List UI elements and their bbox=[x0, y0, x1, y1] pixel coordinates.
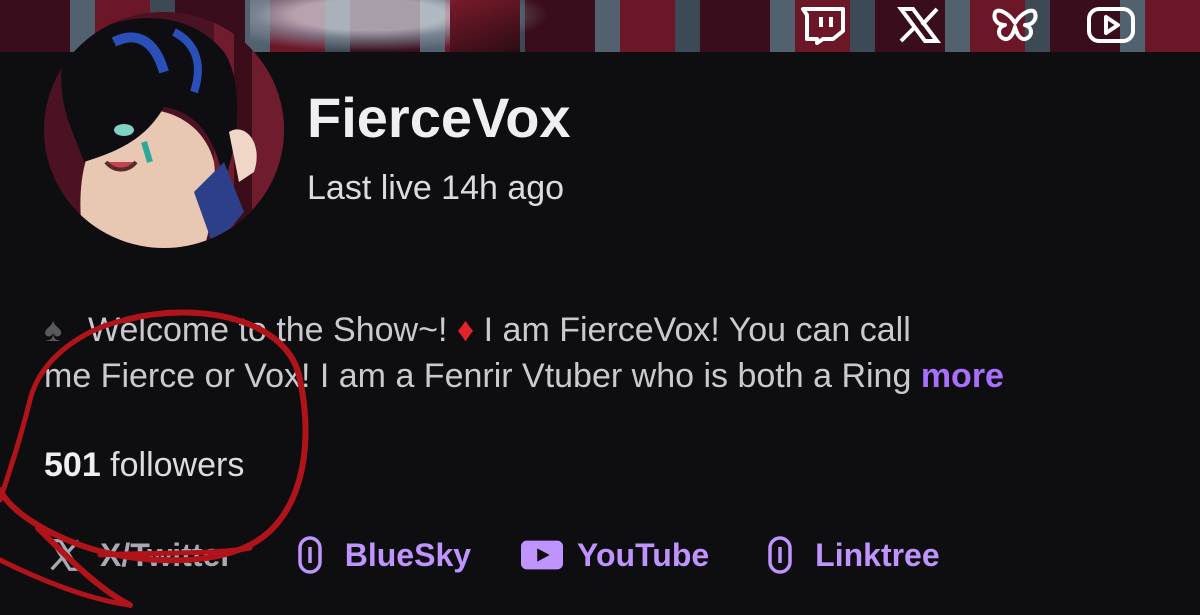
last-live-status: Last live 14h ago bbox=[307, 169, 565, 207]
banner-social-icons bbox=[794, 0, 1140, 50]
link-icon bbox=[759, 534, 801, 576]
link-linktree[interactable]: Linktree bbox=[759, 534, 940, 576]
social-links: X/Twitter BlueSky YouTube Linktree bbox=[44, 530, 990, 580]
avatar[interactable] bbox=[44, 12, 284, 248]
link-label: Linktree bbox=[815, 536, 940, 573]
channel-bio: ♠ Welcome to the Show~! ♦ I am FierceVox!… bbox=[44, 307, 1164, 399]
youtube-icon bbox=[521, 534, 564, 576]
link-youtube[interactable]: YouTube bbox=[521, 534, 709, 576]
spade-icon: ♠ bbox=[44, 311, 63, 349]
x-icon bbox=[44, 534, 86, 576]
channel-name: FierceVox bbox=[307, 86, 571, 149]
bio-text-1a: Welcome to the Show~! bbox=[88, 311, 457, 349]
link-icon bbox=[289, 534, 331, 576]
twitch-icon[interactable] bbox=[794, 3, 852, 47]
link-bluesky[interactable]: BlueSky bbox=[289, 534, 471, 576]
followers-count[interactable]: 501 followers bbox=[44, 443, 244, 487]
link-label: X/Twitter bbox=[100, 536, 233, 573]
link-label: BlueSky bbox=[344, 536, 472, 573]
x-icon[interactable] bbox=[890, 3, 948, 47]
diamond-icon: ♦ bbox=[456, 311, 475, 349]
bio-text-2: me Fierce or Vox! I am a Fenrir Vtuber w… bbox=[44, 357, 912, 395]
bio-more-link[interactable]: more bbox=[921, 357, 1004, 395]
link-x-twitter[interactable]: X/Twitter bbox=[44, 534, 233, 576]
followers-number: 501 bbox=[44, 446, 101, 484]
bio-text-1b: I am FierceVox! You can call bbox=[474, 311, 911, 349]
bio-line-2: me Fierce or Vox! I am a Fenrir Vtuber w… bbox=[44, 353, 1164, 399]
youtube-icon[interactable] bbox=[1082, 3, 1140, 47]
followers-label: followers bbox=[100, 446, 245, 484]
link-label: YouTube bbox=[577, 536, 710, 573]
bluesky-butterfly-icon[interactable] bbox=[986, 3, 1044, 47]
bio-line-1: ♠ Welcome to the Show~! ♦ I am FierceVox!… bbox=[44, 307, 1164, 353]
banner-art-accent bbox=[450, 0, 520, 52]
